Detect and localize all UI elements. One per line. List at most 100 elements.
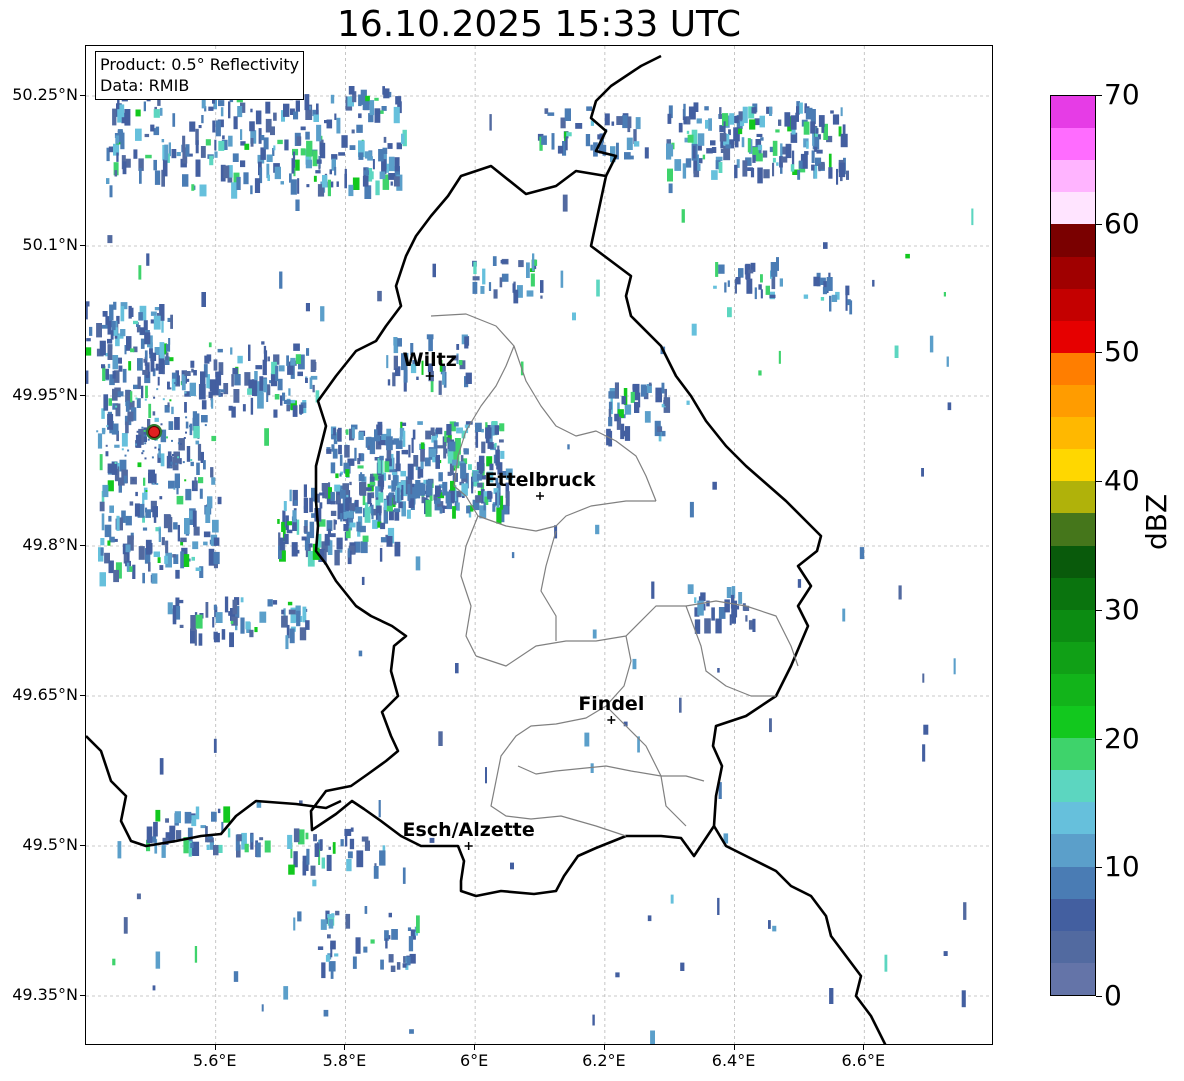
echo-cell (818, 115, 825, 127)
echo-cell (109, 304, 114, 321)
echo-cell (287, 834, 293, 849)
echo-cell (823, 242, 828, 249)
echo-cell (208, 106, 214, 111)
echo-cell (140, 327, 145, 335)
echo-cell (394, 508, 401, 513)
canton-border (517, 765, 705, 782)
echo-cell (290, 179, 297, 195)
echo-cell (306, 184, 310, 188)
echo-cell (768, 920, 771, 929)
echo-cell (363, 946, 368, 953)
echo-cell (380, 959, 384, 970)
echo-cell (402, 963, 407, 968)
echo-cell (273, 112, 277, 121)
echo-cell (254, 371, 258, 381)
echo-cell (742, 106, 748, 124)
echo-cell (334, 484, 341, 492)
echo-cell (179, 624, 184, 628)
echo-cell (214, 151, 218, 158)
echo-cell (213, 604, 217, 610)
echo-cell (200, 146, 206, 158)
echo-cell (738, 268, 744, 278)
echo-cell (290, 357, 296, 366)
echo-cell (217, 348, 223, 353)
echo-cell (487, 442, 494, 449)
echo-cell (315, 170, 321, 174)
echo-cell (369, 437, 376, 455)
echo-cell (281, 615, 288, 628)
echo-cell (724, 282, 727, 293)
echo-cell (323, 1009, 329, 1017)
echo-cell (206, 844, 210, 850)
echo-cell (207, 496, 213, 509)
echo-cell (943, 292, 946, 297)
echo-cell (303, 497, 309, 513)
echo-cell (213, 551, 220, 565)
echo-cell (330, 510, 337, 516)
echo-cell (220, 107, 224, 117)
echo-cell (621, 396, 626, 405)
echo-cell (109, 505, 114, 513)
colorbar-segment (1051, 769, 1095, 803)
echo-cell (261, 1004, 264, 1012)
echo-cell (499, 439, 504, 443)
echo-cell (330, 491, 335, 502)
echo-cell (442, 371, 446, 385)
echo-cell (829, 988, 834, 1004)
echo-cell (710, 140, 716, 146)
echo-cell (540, 280, 544, 293)
echo-cell (194, 477, 197, 489)
echo-cell (349, 145, 356, 150)
echo-cell (633, 141, 640, 147)
echo-cell (828, 167, 833, 179)
echo-cell (289, 489, 292, 502)
echo-cell (250, 834, 254, 843)
echo-cell (148, 469, 155, 484)
echo-cell (273, 145, 276, 151)
echo-cell (330, 533, 336, 538)
echo-cell (374, 97, 379, 101)
echo-cell (339, 454, 343, 466)
echo-cell (136, 430, 139, 433)
echo-cell (754, 287, 757, 300)
colorbar-tick-label: 20 (1104, 721, 1140, 755)
echo-cell (496, 490, 500, 508)
echo-cell (240, 617, 245, 634)
echo-cell (120, 329, 126, 337)
echo-cell (724, 599, 730, 613)
echo-cell (201, 292, 206, 307)
echo-cell (358, 113, 362, 119)
echo-cell (240, 160, 246, 168)
echo-cell (140, 338, 145, 349)
radar-map[interactable]: Wiltz Ettelbruck Findel Esch/Alzette (85, 45, 993, 1045)
echo-cell (263, 350, 268, 362)
echo-cell (107, 363, 111, 369)
echo-cell (301, 536, 307, 541)
lat-tick-label: 50.25°N (12, 85, 78, 104)
echo-cell (303, 526, 308, 533)
echo-cell (266, 154, 273, 162)
echo-cell (99, 454, 103, 471)
echo-cell (148, 562, 151, 572)
echo-cell (263, 378, 268, 393)
echo-cell (483, 502, 486, 511)
echo-cell (282, 392, 286, 401)
echo-cell (450, 488, 455, 503)
echo-cell (748, 269, 754, 274)
radar-site-marker (148, 426, 161, 438)
echo-cell (181, 374, 186, 391)
echo-cell (328, 919, 334, 929)
lat-tick-mark (80, 995, 85, 996)
echo-cell (289, 628, 295, 644)
echo-cell (116, 515, 120, 531)
echo-cell (234, 374, 241, 386)
echo-cell (388, 954, 394, 963)
echo-cell (287, 521, 292, 526)
echo-cell (697, 133, 705, 146)
echo-cell (400, 470, 407, 477)
echo-cell (379, 455, 384, 461)
echo-cell (233, 971, 239, 982)
colorbar-tick-mark (1096, 95, 1102, 96)
echo-cell (741, 137, 745, 148)
echo-cell (840, 133, 848, 148)
